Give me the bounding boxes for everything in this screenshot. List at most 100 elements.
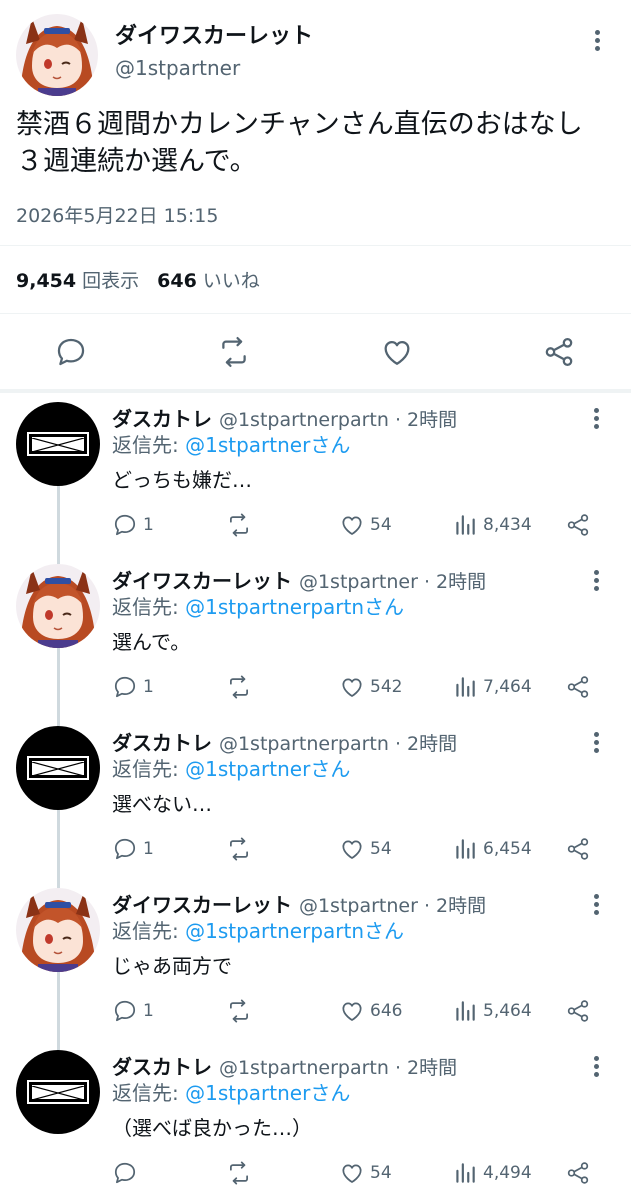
reply-author-name[interactable]: ダスカトレ — [112, 1055, 212, 1079]
avatar-daiwa-scarlet[interactable] — [16, 888, 100, 972]
like-icon — [342, 516, 362, 535]
author-handle[interactable]: @1stpartner — [115, 56, 240, 80]
retweet-button[interactable] — [226, 834, 252, 864]
like-icon[interactable] — [380, 335, 414, 369]
like-icon — [342, 678, 362, 697]
like-button[interactable]: 54 — [339, 834, 392, 864]
views-button[interactable]: 7,464 — [452, 672, 532, 702]
like-count: 646 — [370, 1001, 403, 1021]
views-button[interactable]: 5,464 — [452, 996, 532, 1026]
reply-icon — [114, 1000, 136, 1022]
reply-to-mention[interactable]: @1stpartnerさん — [185, 1081, 350, 1105]
like-count: 542 — [370, 677, 403, 697]
reply-meta[interactable]: @1stpartnerpartn · 2時間 — [219, 733, 457, 755]
views-label[interactable]: 回表示 — [82, 270, 139, 292]
avatar-placeholder-icon[interactable] — [16, 1050, 100, 1134]
share-icon — [567, 838, 589, 860]
thread-line — [57, 486, 60, 564]
view-count: 5,464 — [483, 1001, 532, 1021]
more-icon[interactable] — [586, 404, 606, 432]
reply-to: 返信先: @1stpartnerpartnさん — [112, 591, 404, 620]
views-icon — [456, 1163, 475, 1183]
like-button[interactable]: 646 — [339, 996, 402, 1026]
view-count: 8,434 — [483, 515, 532, 535]
reply-text: どっちも嫌だ… — [112, 468, 252, 492]
reply-icon — [114, 676, 136, 698]
share-button[interactable] — [565, 1158, 591, 1188]
reply-author-name[interactable]: ダイワスカーレット — [112, 893, 292, 917]
reply-tweet[interactable]: ダイワスカーレット @1stpartner · 2時間 返信先: @1stpar… — [0, 880, 631, 1050]
more-icon[interactable] — [586, 1052, 606, 1080]
share-icon — [567, 1162, 589, 1184]
reply-author-name[interactable]: ダスカトレ — [112, 407, 212, 431]
reply-tweet[interactable]: ダスカトレ @1stpartnerpartn · 2時間 返信先: @1stpa… — [0, 394, 631, 564]
like-button[interactable]: 542 — [339, 672, 402, 702]
more-icon[interactable] — [586, 566, 606, 594]
avatar-daiwa-scarlet[interactable] — [16, 564, 100, 648]
like-icon — [342, 840, 362, 859]
retweet-icon — [230, 999, 248, 1023]
reply-author-name[interactable]: ダイワスカーレット — [112, 569, 292, 593]
views-count[interactable]: 9,454 — [16, 270, 76, 292]
retweet-icon[interactable] — [217, 335, 251, 369]
avatar-placeholder-icon[interactable] — [16, 726, 100, 810]
reply-meta[interactable]: @1stpartner · 2時間 — [299, 895, 486, 917]
views-button[interactable]: 6,454 — [452, 834, 532, 864]
tweet-timestamp[interactable]: 2026年5月22日 15:15 — [16, 201, 218, 228]
like-button[interactable]: 54 — [339, 1158, 392, 1188]
views-button[interactable]: 8,434 — [452, 510, 532, 540]
broken-image-icon — [27, 432, 89, 456]
avatar-placeholder-icon[interactable] — [16, 402, 100, 486]
reply-button[interactable]: 1 — [112, 834, 154, 864]
reply-button[interactable]: 1 — [112, 996, 154, 1026]
likes-count[interactable]: 646 — [157, 270, 197, 292]
reply-to-mention[interactable]: @1stpartnerさん — [185, 433, 350, 457]
reply-tweet[interactable]: ダスカトレ @1stpartnerpartn · 2時間 返信先: @1stpa… — [0, 1042, 631, 1199]
retweet-button[interactable] — [226, 996, 252, 1026]
views-button[interactable]: 4,494 — [452, 1158, 532, 1188]
view-count: 7,464 — [483, 677, 532, 697]
reply-tweet[interactable]: ダスカトレ @1stpartnerpartn · 2時間 返信先: @1stpa… — [0, 718, 631, 888]
reply-to: 返信先: @1stpartnerpartnさん — [112, 915, 404, 944]
more-icon[interactable] — [586, 728, 606, 756]
reply-to: 返信先: @1stpartnerさん — [112, 1077, 350, 1106]
avatar-daiwa-scarlet[interactable] — [16, 14, 98, 96]
share-button[interactable] — [565, 996, 591, 1026]
share-icon[interactable] — [542, 335, 576, 369]
views-icon — [456, 515, 475, 535]
share-button[interactable] — [565, 834, 591, 864]
like-count: 54 — [370, 515, 392, 535]
reply-button[interactable]: 1 — [112, 672, 154, 702]
reply-meta[interactable]: @1stpartner · 2時間 — [299, 571, 486, 593]
like-icon — [342, 1164, 362, 1183]
more-icon[interactable] — [586, 890, 606, 918]
reply-meta[interactable]: @1stpartnerpartn · 2時間 — [219, 1057, 457, 1079]
share-button[interactable] — [565, 510, 591, 540]
likes-label[interactable]: いいね — [203, 270, 260, 292]
reply-to-mention[interactable]: @1stpartnerさん — [185, 757, 350, 781]
share-button[interactable] — [565, 672, 591, 702]
reply-text: じゃあ両方で — [112, 954, 232, 978]
reply-author-name[interactable]: ダスカトレ — [112, 731, 212, 755]
like-count: 54 — [370, 1163, 392, 1183]
reply-to-label: 返信先: — [112, 1081, 186, 1105]
like-button[interactable]: 54 — [339, 510, 392, 540]
reply-to-label: 返信先: — [112, 757, 186, 781]
more-icon[interactable] — [587, 26, 607, 54]
retweet-button[interactable] — [226, 510, 252, 540]
author-display-name[interactable]: ダイワスカーレット — [115, 18, 313, 50]
reply-button[interactable]: 1 — [112, 510, 154, 540]
reply-icon[interactable] — [54, 335, 88, 369]
retweet-button[interactable] — [226, 672, 252, 702]
retweet-button[interactable] — [226, 1158, 252, 1188]
reply-tweet[interactable]: ダイワスカーレット @1stpartner · 2時間 返信先: @1stpar… — [0, 556, 631, 726]
reply-to-label: 返信先: — [112, 919, 186, 943]
reply-to-mention[interactable]: @1stpartnerpartnさん — [185, 595, 404, 619]
reply-count: 1 — [143, 515, 154, 535]
divider — [0, 389, 631, 393]
reply-meta[interactable]: @1stpartnerpartn · 2時間 — [219, 409, 457, 431]
share-icon — [567, 1000, 589, 1022]
reply-text: 選んで。 — [112, 630, 191, 654]
reply-to-mention[interactable]: @1stpartnerpartnさん — [185, 919, 404, 943]
reply-button[interactable] — [112, 1158, 143, 1188]
